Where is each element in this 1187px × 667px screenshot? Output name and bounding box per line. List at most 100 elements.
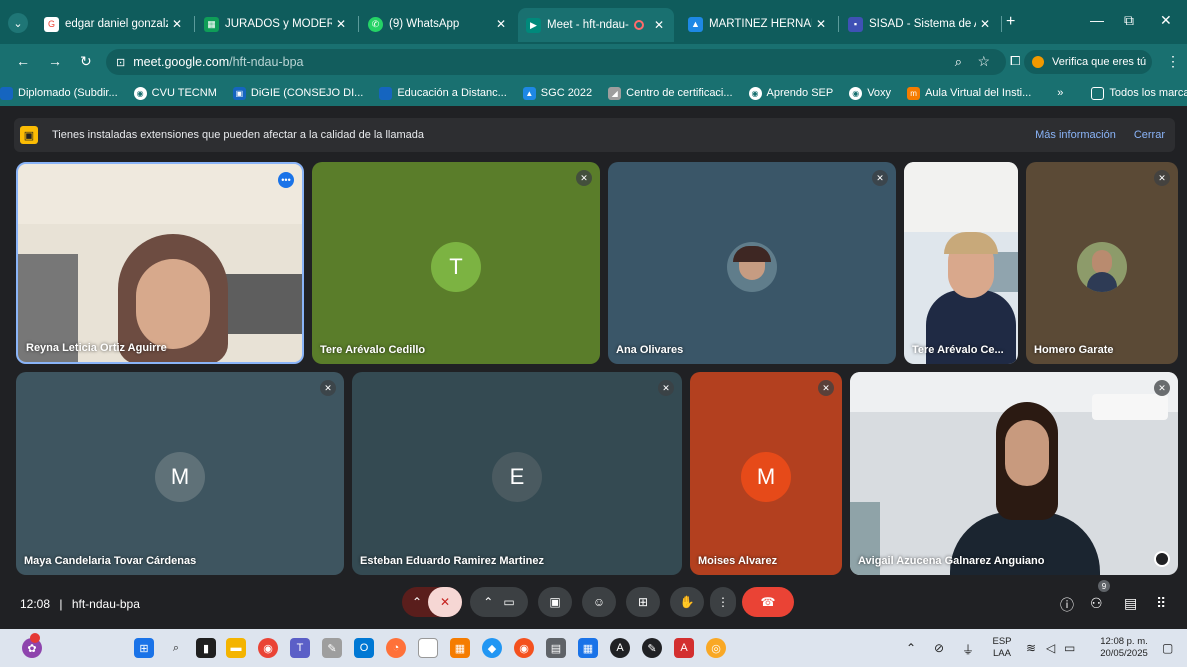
emoji-reaction-button[interactable]: ☺ [582, 587, 616, 617]
picture-in-picture-icon[interactable] [1154, 551, 1170, 567]
more-options-button[interactable]: ⋮ [710, 587, 736, 617]
participant-name: Moises Alvarez [698, 555, 778, 567]
bookmark-5[interactable]: ◢ Centro de certificaci... [608, 86, 733, 100]
chevron-up-icon: ⌃ [412, 595, 423, 609]
captions-button[interactable]: ▣ [538, 587, 572, 617]
all-bookmarks-button[interactable]: Todos los marcadores [1091, 86, 1187, 100]
zoom-icon[interactable]: ⌕ [955, 54, 962, 70]
participant-tile-2[interactable]: Ana Olivares ✕ [608, 162, 896, 364]
people-icon[interactable]: ⚇ [1090, 595, 1103, 612]
printer-icon[interactable]: ▤ [546, 638, 566, 658]
tab-4[interactable]: ▲ MARTINEZ HERNANI ✕ [680, 10, 836, 38]
bookmark-star-icon[interactable]: ☆ [977, 53, 990, 70]
close-tab-icon[interactable]: ✕ [168, 17, 186, 31]
participant-tile-6[interactable]: E Esteban Eduardo Ramirez Martinez ✕ [352, 372, 682, 575]
verify-identity-button[interactable]: Verifica que eres tú [1024, 50, 1152, 74]
start-icon[interactable]: ⊞ [134, 638, 154, 658]
volume-icon[interactable]: ◁ [1046, 641, 1055, 655]
tab-3-active[interactable]: ▶ Meet - hft-ndau- ✕ [518, 8, 674, 42]
tab-search-button[interactable]: ⌄ [8, 13, 28, 33]
bookmark-3[interactable]: Educación a Distanc... [379, 86, 507, 100]
back-icon[interactable]: ← [16, 53, 30, 69]
close-tab-icon[interactable]: ✕ [650, 18, 668, 32]
globe-icon: ◉ [748, 86, 762, 100]
close-tab-icon[interactable]: ✕ [976, 17, 994, 31]
participant-tile-8[interactable]: Avigail Azucena Galnarez Anguiano ✕ [850, 372, 1178, 575]
wifi-icon[interactable]: ≋ [1026, 641, 1036, 655]
restore-icon[interactable]: ⧉ [1124, 12, 1134, 29]
chrome-icon[interactable]: ◉ [514, 638, 534, 658]
app-icon[interactable]: ◎ [706, 638, 726, 658]
bookmark-6[interactable]: ◉ Aprendo SEP [748, 86, 833, 100]
more-info-link[interactable]: Más información [1035, 129, 1116, 141]
browser-menu-icon[interactable]: ⋮ [1166, 53, 1180, 70]
bookmark-favicon-icon [0, 86, 13, 100]
bookmark-0[interactable]: Diplomado (Subdir... [0, 86, 118, 100]
tab-5[interactable]: ▪ SISAD - Sistema de A ✕ [840, 10, 1000, 38]
battery-icon[interactable]: ▭ [1064, 641, 1075, 655]
activities-icon[interactable]: ⠿ [1156, 595, 1166, 612]
reload-icon[interactable]: ↻ [80, 53, 92, 70]
app-icon[interactable]: A [610, 638, 630, 658]
participant-tile-4[interactable]: Homero Garate ✕ [1026, 162, 1178, 364]
clock[interactable]: 12:08 p. m. 20/05/2025 [1092, 636, 1156, 660]
close-window-icon[interactable]: ✕ [1160, 12, 1172, 29]
participant-tile-0[interactable]: Reyna Leticia Ortiz Aguirre ••• [16, 162, 304, 364]
language-indicator[interactable]: ESP LAA [990, 636, 1014, 660]
tab-0[interactable]: G edgar daniel gonzalz ✕ [36, 10, 192, 38]
page-icon: ▪ [848, 16, 863, 32]
site-info-icon[interactable]: ⊡ [116, 56, 125, 69]
outlook-icon[interactable]: O [354, 638, 374, 658]
app-icon[interactable]: ▦ [450, 638, 470, 658]
calculator-icon[interactable]: ▦ [578, 638, 598, 658]
meeting-details-icon[interactable]: ⓘ [1060, 595, 1074, 615]
notepad-icon[interactable]: ✎ [322, 638, 342, 658]
bookmark-2[interactable]: ▣ DiGIE (CONSEJO DI... [232, 86, 363, 100]
tab-2[interactable]: ✆ (9) WhatsApp ✕ [360, 10, 516, 38]
app-icon[interactable]: ✎ [642, 638, 662, 658]
bookmark-8[interactable]: m Aula Virtual del Insti... [907, 86, 1031, 100]
chrome-icon[interactable]: ◉ [258, 638, 278, 658]
video-toggle-button[interactable]: ⌃ ▭ [470, 587, 528, 617]
participant-name: Ana Olivares [616, 344, 684, 356]
bookmark-favicon-icon [379, 86, 393, 100]
teams-icon[interactable]: T [290, 638, 310, 658]
more-bookmarks-button[interactable]: » [1057, 87, 1063, 99]
firefox-icon[interactable]: ◔ [386, 638, 406, 658]
raise-hand-button[interactable]: ✋ [670, 587, 704, 617]
task-view-icon[interactable]: ▮ [196, 638, 216, 658]
participant-tile-1[interactable]: T Tere Arévalo Cedillo ✕ [312, 162, 600, 364]
close-tab-icon[interactable]: ✕ [492, 17, 510, 31]
chevron-up-icon[interactable]: ⌃ [906, 641, 916, 655]
close-tab-icon[interactable]: ✕ [812, 17, 830, 31]
microphone-icon[interactable]: ⏚ [962, 641, 974, 658]
notification-icon[interactable]: ▢ [1162, 641, 1173, 655]
close-banner-link[interactable]: Cerrar [1134, 129, 1165, 141]
meeting-code: hft-ndau-bpa [71, 597, 140, 611]
banner-text: Tienes instaladas extensiones que pueden… [52, 129, 425, 141]
search-icon[interactable]: ⌕ [166, 638, 186, 658]
leave-call-button[interactable]: ☎ [742, 587, 794, 617]
document-icon[interactable] [418, 638, 438, 658]
minimize-icon[interactable]: — [1090, 12, 1104, 28]
app-icon[interactable]: ◆ [482, 638, 502, 658]
close-tab-icon[interactable]: ✕ [332, 17, 350, 31]
bookmark-1[interactable]: ◉ CVU TECNM [133, 86, 217, 100]
network-icon[interactable]: ⊘ [934, 641, 944, 655]
new-tab-button[interactable]: + [1006, 13, 1015, 31]
acrobat-icon[interactable]: A [674, 638, 694, 658]
microphone-toggle-button[interactable]: ✕ [428, 587, 462, 617]
chat-icon[interactable]: ▤ [1124, 595, 1137, 612]
mic-off-icon: ✕ [1154, 170, 1170, 186]
tab-1[interactable]: ▦ JURADOS y MODERA ✕ [196, 10, 356, 38]
bookmark-7[interactable]: ◉ Voxy [849, 86, 891, 100]
file-explorer-icon[interactable]: ▬ [226, 638, 246, 658]
participant-tile-5[interactable]: M Maya Candelaria Tovar Cárdenas ✕ [16, 372, 344, 575]
participant-tile-7[interactable]: M Moises Alvarez ✕ [690, 372, 842, 575]
forward-icon[interactable]: → [48, 53, 62, 69]
participant-tile-3[interactable]: Tere Arévalo Ce... [904, 162, 1018, 364]
extensions-icon[interactable]: ⧠ [1010, 53, 1020, 69]
address-bar[interactable]: ⊡ meet.google.com/hft-ndau-bpa ⌕ ☆ [106, 49, 1006, 75]
present-screen-button[interactable]: ⊞ [626, 587, 660, 617]
bookmark-4[interactable]: ▲ SGC 2022 [522, 86, 592, 100]
